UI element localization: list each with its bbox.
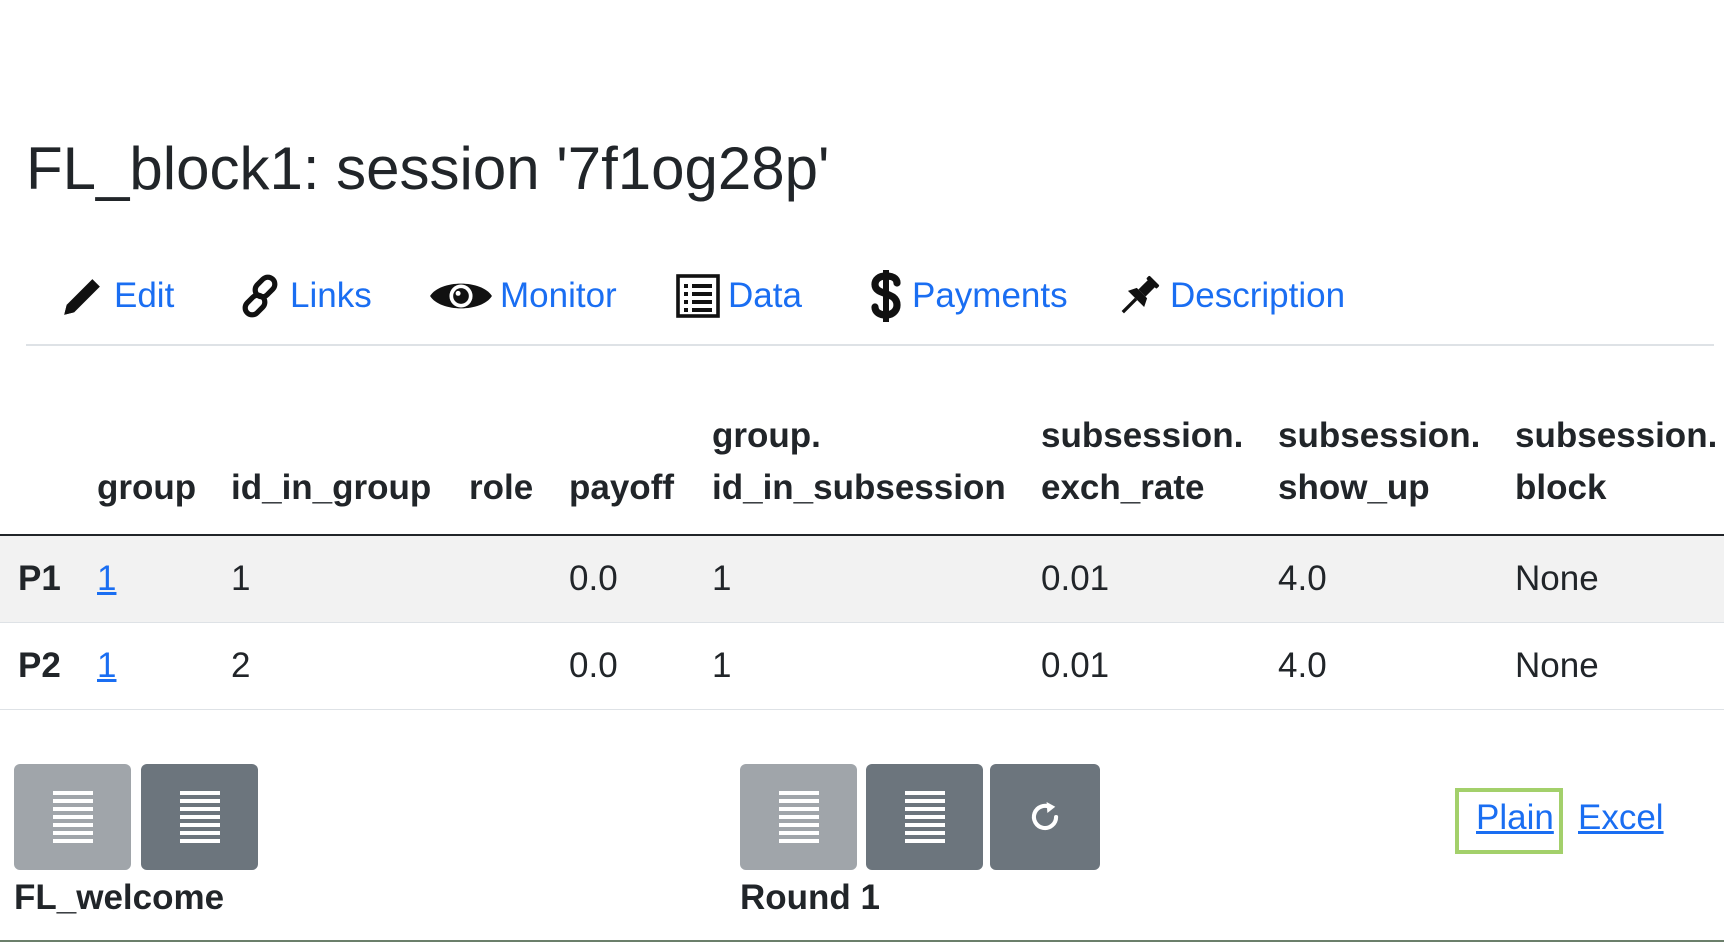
column-header-subsession-show-up: subsession. show_up — [1278, 410, 1515, 536]
nav-payments-label: Payments — [912, 276, 1068, 315]
nav-description[interactable]: Description — [1114, 266, 1345, 326]
column-header-label — [0, 410, 97, 536]
nav-data-label: Data — [728, 276, 802, 315]
column-header-group-id-in-subsession: group. id_in_subsession — [712, 410, 1041, 536]
cell-role — [469, 535, 569, 623]
column-header-payoff: payoff — [569, 410, 712, 536]
cell-exch-rate: 0.01 — [1041, 622, 1278, 710]
nav-links-label: Links — [290, 276, 372, 315]
cell-group: 1 — [97, 622, 231, 710]
nav-payments[interactable]: Payments — [866, 266, 1068, 326]
list-lines-icon — [52, 791, 93, 843]
cell-group: 1 — [97, 535, 231, 623]
nav-data[interactable]: Data — [674, 266, 802, 326]
participant-label: P1 — [0, 535, 97, 623]
app-name-label: FL_welcome — [14, 878, 225, 917]
cell-id-in-subsession: 1 — [712, 535, 1041, 623]
nav-monitor-label: Monitor — [500, 276, 617, 315]
cell-block: None — [1515, 622, 1724, 710]
list-document-icon — [676, 274, 720, 318]
column-header-subsession-exch-rate: subsession. exch_rate — [1041, 410, 1278, 536]
refresh-icon — [1031, 801, 1059, 831]
column-header-group: group — [97, 410, 231, 536]
nav-description-label: Description — [1170, 276, 1346, 315]
link-icon — [242, 274, 278, 318]
export-plain-link[interactable]: Plain — [1476, 798, 1554, 838]
cell-payoff: 0.0 — [569, 622, 712, 710]
pushpin-icon — [1121, 275, 1160, 314]
group-link[interactable]: 1 — [97, 646, 116, 685]
pencil-icon — [64, 279, 100, 315]
eye-icon — [430, 283, 492, 309]
cell-show-up: 4.0 — [1278, 622, 1515, 710]
app-next-button[interactable] — [141, 764, 258, 870]
cell-id-in-group: 1 — [231, 535, 469, 623]
column-header-role: role — [469, 410, 569, 536]
list-lines-icon — [778, 791, 819, 843]
nav-links[interactable]: Links — [236, 266, 372, 326]
app-prev-button[interactable] — [14, 764, 131, 870]
cell-exch-rate: 0.01 — [1041, 535, 1278, 623]
session-nav: Edit Links Monitor Data Payments Descrip… — [26, 266, 1714, 346]
page-title: FL_block1: session '7f1og28p' — [26, 135, 830, 202]
table-row: P2 1 2 0.0 1 0.01 4.0 None — [0, 622, 1724, 710]
data-table-container: group id_in_group role payoff group. id_i… — [0, 410, 1724, 710]
dollar-icon — [871, 270, 901, 322]
table-row: P1 1 1 0.0 1 0.01 4.0 None — [0, 535, 1724, 623]
cell-block: None — [1515, 535, 1724, 623]
cell-id-in-subsession: 1 — [712, 622, 1041, 710]
list-lines-icon — [179, 791, 220, 843]
cell-role — [469, 622, 569, 710]
cell-id-in-group: 2 — [231, 622, 469, 710]
cell-show-up: 4.0 — [1278, 535, 1515, 623]
cell-payoff: 0.0 — [569, 535, 712, 623]
nav-monitor[interactable]: Monitor — [428, 266, 617, 326]
export-excel-link[interactable]: Excel — [1578, 798, 1664, 838]
nav-edit-label: Edit — [114, 276, 175, 315]
nav-edit[interactable]: Edit — [58, 266, 174, 326]
column-header-subsession-block: subsession. block — [1515, 410, 1724, 536]
participants-table: group id_in_group role payoff group. id_i… — [0, 410, 1724, 710]
list-lines-icon — [904, 791, 945, 843]
refresh-button[interactable] — [990, 764, 1100, 870]
round-prev-button[interactable] — [740, 764, 857, 870]
column-header-id-in-group: id_in_group — [231, 410, 469, 536]
participant-label: P2 — [0, 622, 97, 710]
table-header-row: group id_in_group role payoff group. id_i… — [0, 410, 1724, 536]
round-next-button[interactable] — [866, 764, 983, 870]
round-label: Round 1 — [740, 878, 880, 917]
group-link[interactable]: 1 — [97, 559, 116, 598]
